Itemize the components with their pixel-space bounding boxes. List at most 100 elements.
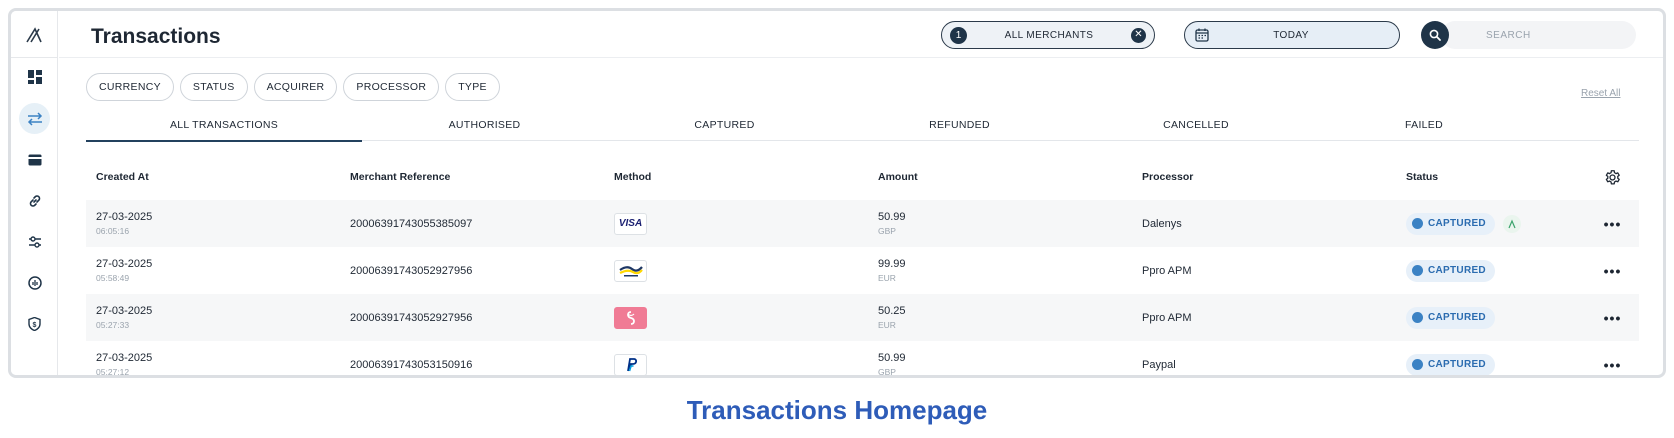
column-header-status[interactable]: Status xyxy=(1406,171,1586,183)
status-dot-icon xyxy=(1412,218,1423,229)
tab-all-transactions[interactable]: ALL TRANSACTIONS xyxy=(86,111,362,142)
page-title: Transactions xyxy=(91,25,221,48)
sidebar-item-fingerprint[interactable] xyxy=(19,267,50,298)
table-row[interactable]: 27-03-2025 05:58:49 20006391743052927956… xyxy=(86,247,1639,294)
table-row[interactable]: 27-03-2025 06:05:16 20006391743055385097… xyxy=(86,200,1639,247)
gear-icon xyxy=(1605,169,1620,185)
transfer-arrows-icon xyxy=(27,111,42,126)
credit-card-icon xyxy=(28,154,41,165)
svg-text:$: $ xyxy=(33,322,37,329)
status-cell: CAPTURED xyxy=(1406,306,1586,329)
more-horizontal-icon: ••• xyxy=(1603,215,1622,232)
created-at-cell: 27-03-2025 05:58:49 xyxy=(86,258,350,283)
filter-chips: CURRENCY STATUS ACQUIRER PROCESSOR TYPE xyxy=(86,73,500,101)
column-settings-button[interactable] xyxy=(1586,169,1639,186)
column-header-method[interactable]: Method xyxy=(614,171,878,183)
sidebar-item-dashboard[interactable] xyxy=(19,61,50,92)
visa-logo-icon: VISA xyxy=(614,212,647,235)
tab-captured[interactable]: CAPTURED xyxy=(607,111,842,141)
merchant-count-badge: 1 xyxy=(950,26,967,44)
more-horizontal-icon: ••• xyxy=(1603,356,1622,373)
app-window: $ Transactions 1 ALL MERCHANTS ✕ TODAY C… xyxy=(8,8,1666,378)
merchant-reference: 20006391743052927956 xyxy=(350,311,473,324)
processor-name: Dalenys xyxy=(1142,217,1182,230)
app-logo-icon[interactable] xyxy=(24,25,44,45)
column-header-created-at[interactable]: Created At xyxy=(86,171,350,183)
processor-name: Paypal xyxy=(1142,358,1176,371)
status-cell: CAPTURED xyxy=(1406,259,1586,282)
link-icon xyxy=(29,194,40,207)
table-row[interactable]: 27-03-2025 05:27:12 20006391743053150916… xyxy=(86,341,1639,377)
merchant-filter[interactable]: 1 ALL MERCHANTS ✕ xyxy=(941,21,1155,49)
sidebar-item-settings[interactable] xyxy=(19,226,50,257)
filter-chip-acquirer[interactable]: ACQUIRER xyxy=(253,73,338,101)
filter-chip-status[interactable]: STATUS xyxy=(179,73,248,101)
amount-cell: 50.25 EUR xyxy=(878,305,1142,330)
swish-logo-icon xyxy=(614,306,647,329)
amount-currency: GBP xyxy=(878,367,896,377)
processor-name: Ppro APM xyxy=(1142,264,1192,277)
sidebar: $ xyxy=(11,11,58,375)
table-header: Created At Merchant Reference Method Amo… xyxy=(86,154,1639,200)
date-filter[interactable]: TODAY xyxy=(1184,21,1400,49)
fingerprint-icon xyxy=(27,275,42,290)
created-time: 05:27:33 xyxy=(96,320,130,330)
method-cell xyxy=(614,306,878,329)
created-date: 27-03-2025 xyxy=(96,352,153,364)
tab-failed[interactable]: FAILED xyxy=(1315,111,1533,141)
sidebar-item-cards[interactable] xyxy=(19,144,50,175)
status-label: CAPTURED xyxy=(1428,265,1486,276)
merchant-filter-label: ALL MERCHANTS xyxy=(1004,29,1094,41)
status-badge: CAPTURED xyxy=(1406,306,1495,329)
created-time: 05:27:12 xyxy=(96,367,130,377)
amount-currency: EUR xyxy=(878,320,896,330)
column-header-processor[interactable]: Processor xyxy=(1142,171,1406,183)
row-actions-button[interactable]: ••• xyxy=(1586,216,1639,232)
column-header-amount[interactable]: Amount xyxy=(878,171,1142,183)
sidebar-item-transactions[interactable] xyxy=(19,103,50,134)
tab-refunded[interactable]: REFUNDED xyxy=(842,111,1077,141)
status-cell: CAPTURED xyxy=(1406,212,1586,235)
row-actions-button[interactable]: ••• xyxy=(1586,263,1639,279)
row-actions-button[interactable]: ••• xyxy=(1586,357,1639,373)
transactions-table: Created At Merchant Reference Method Amo… xyxy=(86,154,1639,377)
created-at-cell: 27-03-2025 05:27:12 xyxy=(86,352,350,377)
status-badge: CAPTURED xyxy=(1406,259,1495,282)
search-button[interactable] xyxy=(1421,21,1449,49)
paypal-logo-icon xyxy=(614,353,647,375)
sidebar-item-links[interactable] xyxy=(19,185,50,216)
shield-dollar-icon: $ xyxy=(28,316,41,331)
amount-value: 50.25 xyxy=(878,305,906,317)
close-icon[interactable]: ✕ xyxy=(1131,27,1146,43)
sliders-icon xyxy=(28,235,41,248)
status-label: CAPTURED xyxy=(1428,312,1486,323)
status-label: CAPTURED xyxy=(1428,218,1486,229)
method-cell xyxy=(614,259,878,282)
row-actions-button[interactable]: ••• xyxy=(1586,310,1639,326)
more-horizontal-icon: ••• xyxy=(1603,262,1622,279)
sidebar-divider xyxy=(11,57,58,58)
page-caption: Transactions Homepage xyxy=(686,395,988,425)
merchant-reference: 20006391743055385097 xyxy=(350,217,473,230)
status-tabs: ALL TRANSACTIONS AUTHORISED CAPTURED REF… xyxy=(86,111,1639,142)
filter-chip-type[interactable]: TYPE xyxy=(445,73,500,101)
filter-chip-processor[interactable]: PROCESSOR xyxy=(343,73,440,101)
calendar-icon xyxy=(1195,28,1209,42)
tab-cancelled[interactable]: CANCELLED xyxy=(1077,111,1315,141)
reset-all-link[interactable]: Reset All xyxy=(1581,88,1620,99)
amount-cell: 99.99 EUR xyxy=(878,258,1142,283)
filter-chip-currency[interactable]: CURRENCY xyxy=(86,73,174,101)
amount-value: 50.99 xyxy=(878,211,906,223)
sidebar-item-security[interactable]: $ xyxy=(19,308,50,339)
processor-name: Ppro APM xyxy=(1142,311,1192,324)
status-dot-icon xyxy=(1412,265,1423,276)
column-header-merchant-reference[interactable]: Merchant Reference xyxy=(350,171,614,183)
date-filter-label: TODAY xyxy=(1273,29,1309,41)
search-input[interactable] xyxy=(1441,21,1636,49)
tab-authorised[interactable]: AUTHORISED xyxy=(362,111,607,141)
more-horizontal-icon: ••• xyxy=(1603,309,1622,326)
table-row[interactable]: 27-03-2025 05:27:33 20006391743052927956… xyxy=(86,294,1639,341)
status-label: CAPTURED xyxy=(1428,359,1486,370)
amount-cell: 50.99 GBP xyxy=(878,352,1142,377)
amount-value: 50.99 xyxy=(878,352,906,364)
